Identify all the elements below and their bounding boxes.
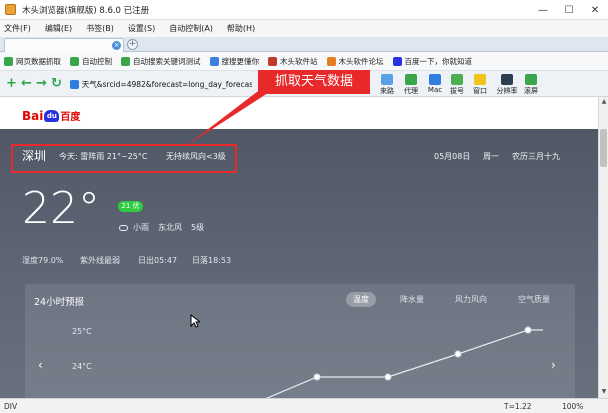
tool-window[interactable]: 窗口 bbox=[469, 74, 491, 96]
add-icon[interactable]: + bbox=[6, 77, 17, 90]
window-title: 木头浏览器(旗舰版) 8.6.0 已注册 bbox=[22, 5, 150, 16]
favorites-bar: 网页数据抓取 自动控制 自动搜索关键词测试 搜搜更懂你 木头软件站 木头软件论坛… bbox=[0, 52, 608, 71]
annotation-highlight-box bbox=[11, 144, 237, 173]
tab-close-icon[interactable]: × bbox=[112, 41, 121, 50]
fav-soso[interactable]: 搜搜更懂你 bbox=[209, 56, 259, 67]
new-tab-icon[interactable]: + bbox=[127, 39, 138, 50]
proxy-icon bbox=[405, 74, 417, 85]
status-element: DIV bbox=[4, 401, 18, 411]
mouse-cursor-icon bbox=[190, 314, 200, 328]
status-ratio: T=1.22 bbox=[504, 401, 532, 411]
temp-point bbox=[313, 373, 321, 381]
baidu-paw-icon bbox=[392, 56, 402, 66]
current-condition: 小雨 东北风 5级 bbox=[119, 222, 204, 233]
tool-scroll[interactable]: 滚屏 bbox=[520, 74, 542, 96]
maximize-button[interactable]: ☐ bbox=[556, 0, 582, 20]
fav-data-scrape[interactable]: 网页数据抓取 bbox=[4, 56, 61, 67]
fav-mutou-site[interactable]: 木头软件站 bbox=[268, 56, 318, 67]
menu-bookmarks[interactable]: 书签(B) bbox=[86, 23, 114, 34]
menu-bar: 文件(F) 编辑(E) 书签(B) 设置(S) 自动控制(A) 帮助(H) bbox=[0, 20, 608, 37]
scroll-up-icon[interactable]: ▲ bbox=[600, 98, 608, 106]
tool-resolution[interactable]: 分辨率 bbox=[496, 74, 518, 96]
page-icon bbox=[70, 79, 79, 89]
tool-dialup[interactable]: 拔号 bbox=[446, 74, 468, 96]
mac-icon bbox=[429, 74, 441, 85]
address-bar[interactable]: 天气&srcid=4982&forecast=long_day_forecast bbox=[70, 78, 252, 90]
menu-edit[interactable]: 编辑(E) bbox=[45, 23, 72, 34]
bookmark-icon bbox=[4, 56, 13, 66]
status-zoom: T=1.22 100% bbox=[504, 402, 583, 411]
fav-keyword-test[interactable]: 自动搜索关键词测试 bbox=[121, 56, 201, 67]
close-button[interactable]: ✕ bbox=[582, 0, 608, 20]
fav-baidu[interactable]: 百度一下，你就知道 bbox=[392, 56, 472, 67]
status-bar: DIV T=1.22 100% bbox=[0, 398, 608, 413]
scroll-down-icon[interactable]: ▼ bbox=[600, 388, 608, 396]
condition-text: 小雨 bbox=[133, 223, 149, 232]
tool-referer[interactable]: 来路 bbox=[376, 74, 398, 96]
minimize-button[interactable]: — bbox=[530, 0, 556, 20]
fav-auto-control[interactable]: 自动控制 bbox=[70, 56, 112, 67]
temp-point bbox=[524, 326, 532, 334]
scroll-thumb[interactable] bbox=[600, 129, 607, 167]
wind-level: 5级 bbox=[191, 223, 205, 232]
tool-proxy[interactable]: 代理 bbox=[400, 74, 422, 96]
bookmark-icon bbox=[70, 56, 79, 66]
forum-icon bbox=[326, 56, 336, 66]
title-bar: 木头浏览器(旗舰版) 8.6.0 已注册 — ☐ ✕ bbox=[0, 0, 608, 20]
wind-direction: 东北风 bbox=[158, 223, 182, 232]
temperature-line bbox=[265, 329, 543, 398]
bookmark-icon bbox=[121, 56, 130, 66]
window-controls: — ☐ ✕ bbox=[530, 0, 608, 20]
refresh-icon[interactable]: ↻ bbox=[51, 77, 62, 90]
temp-point bbox=[454, 350, 462, 358]
cloud-rain-icon bbox=[119, 224, 128, 231]
sunset: 日落18:53 bbox=[192, 256, 232, 265]
baidu-header: Bai du 百度 bbox=[0, 97, 598, 129]
uv-index: 紫外线最弱 bbox=[80, 256, 120, 265]
forward-icon[interactable]: → bbox=[36, 77, 47, 90]
mutou-icon bbox=[268, 56, 277, 66]
tool-mac[interactable]: Mac bbox=[424, 74, 446, 96]
humidity: 湿度79.0% bbox=[22, 256, 64, 265]
back-icon[interactable]: ← bbox=[21, 77, 32, 90]
scroll-icon bbox=[525, 74, 537, 85]
soso-icon bbox=[209, 56, 219, 66]
menu-automation[interactable]: 自动控制(A) bbox=[169, 23, 213, 34]
zoom-level[interactable]: 100% bbox=[562, 402, 583, 411]
annotation-label: 抓取天气数据 bbox=[258, 70, 370, 94]
monitor-icon bbox=[501, 74, 513, 85]
menu-file[interactable]: 文件(F) bbox=[4, 23, 31, 34]
date: 05月08日 bbox=[434, 152, 471, 161]
address-input[interactable]: 天气&srcid=4982&forecast=long_day_forecast bbox=[82, 79, 252, 90]
referer-icon bbox=[381, 74, 393, 85]
forecast-line-chart bbox=[265, 326, 543, 398]
forecast-panel: 24小时预报 温度 降水量 风力风向 空气质量 25°C 24°C ‹ › bbox=[25, 284, 575, 398]
current-temperature: 22° bbox=[22, 183, 100, 234]
window-icon bbox=[474, 74, 486, 85]
web-page: Bai du 百度 深圳 今天: 雷阵雨 21°~25°C 无持续风向<3级 0… bbox=[0, 97, 598, 398]
aqi-badge: 21 优 bbox=[118, 201, 143, 212]
app-icon bbox=[5, 4, 16, 15]
weekday: 周一 bbox=[483, 152, 499, 161]
fav-mutou-forum[interactable]: 木头软件论坛 bbox=[326, 56, 384, 67]
baidu-logo[interactable]: Bai du 百度 bbox=[22, 108, 80, 124]
temp-point bbox=[384, 373, 392, 381]
browser-tab[interactable]: × bbox=[4, 38, 124, 52]
lunar-date: 农历三月十九 bbox=[512, 152, 560, 161]
menu-help[interactable]: 帮助(H) bbox=[227, 23, 255, 34]
menu-settings[interactable]: 设置(S) bbox=[128, 23, 155, 34]
tab-bar: × + bbox=[0, 37, 608, 52]
sunrise: 日出05:47 bbox=[138, 256, 178, 265]
vertical-scrollbar[interactable]: ▲ ▼ bbox=[598, 97, 608, 398]
dialup-icon bbox=[451, 74, 463, 85]
